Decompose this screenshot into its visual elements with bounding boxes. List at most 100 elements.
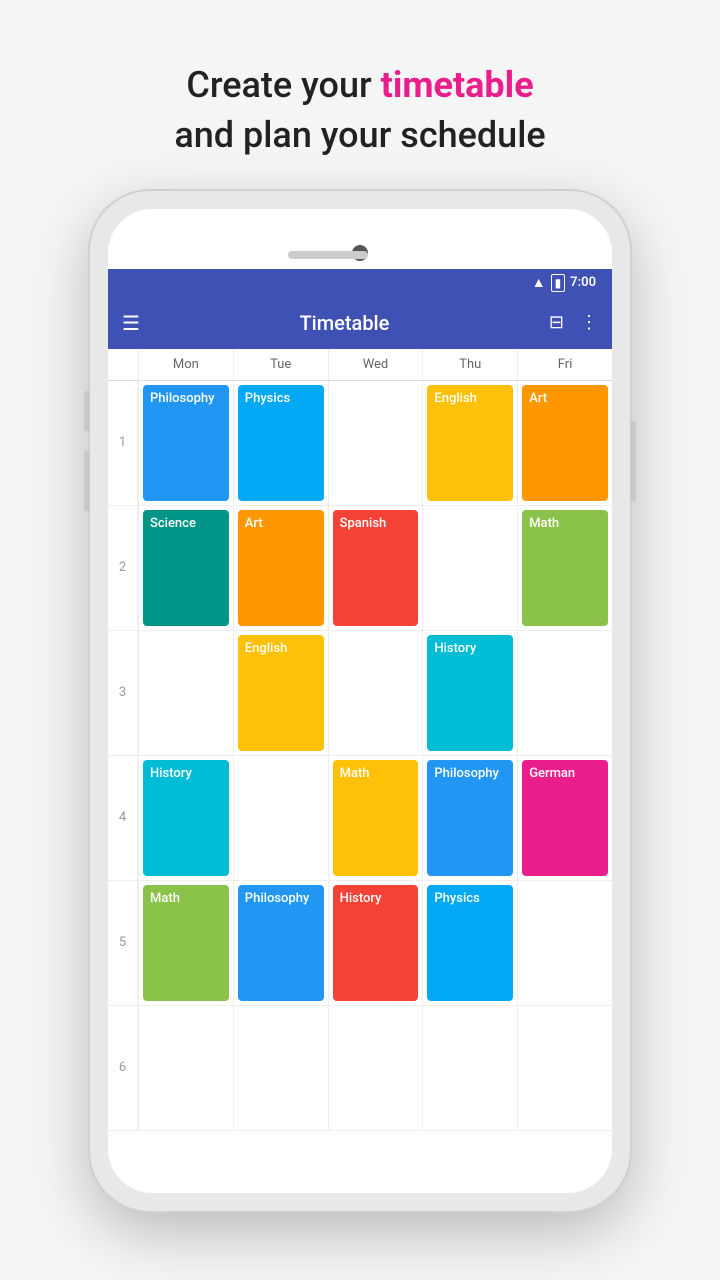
status-icons: ▲ ▮ 7:00: [532, 274, 596, 292]
period-row-2: 2ScienceArtSpanish Math: [108, 506, 612, 631]
day-thu: Thu: [422, 349, 517, 380]
subject-block[interactable]: Spanish: [333, 510, 419, 626]
subject-block[interactable]: Art: [238, 510, 324, 626]
status-time: 7:00: [570, 275, 596, 290]
side-button-right: [630, 421, 636, 501]
side-button-left2: [84, 451, 90, 511]
day-wed: Wed: [328, 349, 423, 380]
subject-block[interactable]: Philosophy: [427, 760, 513, 876]
wifi-icon: ▲: [532, 274, 546, 291]
day-mon: Mon: [138, 349, 233, 380]
row-num-spacer: [108, 349, 138, 380]
cell-p3-d2[interactable]: English: [233, 631, 328, 755]
day-fri: Fri: [517, 349, 612, 380]
headline-highlight: timetable: [381, 64, 534, 106]
subject-block[interactable]: Philosophy: [143, 385, 229, 501]
more-options-icon[interactable]: ⋮: [580, 312, 598, 333]
cell-p3-d4[interactable]: History: [422, 631, 517, 755]
cell-p2-d2[interactable]: Art: [233, 506, 328, 630]
cell-p4-d2: [233, 756, 328, 880]
empty-cell: [427, 1010, 513, 1126]
menu-icon[interactable]: ☰: [122, 311, 140, 335]
empty-cell: [522, 635, 608, 751]
phone-screen: ▲ ▮ 7:00 ☰ Timetable ⊟ ⋮ Mon Tue Wed Thu: [108, 209, 612, 1193]
subject-block[interactable]: Math: [143, 885, 229, 1001]
app-bar: ☰ Timetable ⊟ ⋮: [108, 297, 612, 349]
subject-block[interactable]: English: [238, 635, 324, 751]
empty-cell: [333, 385, 419, 501]
cell-p5-d3[interactable]: History: [328, 881, 423, 1005]
speaker: [288, 251, 368, 259]
cell-p6-d5: [517, 1006, 612, 1130]
cell-p5-d4[interactable]: Physics: [422, 881, 517, 1005]
cell-p2-d3[interactable]: Spanish: [328, 506, 423, 630]
cell-p1-d4[interactable]: English: [422, 381, 517, 505]
empty-cell: [143, 1010, 229, 1126]
grid-view-icon[interactable]: ⊟: [549, 312, 564, 333]
cell-p6-d2: [233, 1006, 328, 1130]
empty-cell: [238, 1010, 324, 1126]
cell-p3-d3: [328, 631, 423, 755]
period-num-5: 5: [108, 881, 138, 1005]
period-num-6: 6: [108, 1006, 138, 1130]
cell-p4-d3[interactable]: Math: [328, 756, 423, 880]
subject-block[interactable]: Philosophy: [238, 885, 324, 1001]
cell-p2-d5[interactable]: Math: [517, 506, 612, 630]
period-num-4: 4: [108, 756, 138, 880]
cell-p6-d1: [138, 1006, 233, 1130]
timetable-area: Mon Tue Wed Thu Fri 1PhilosophyPhysicsEn…: [108, 349, 612, 1193]
cell-p5-d5: [517, 881, 612, 1005]
subject-block[interactable]: German: [522, 760, 608, 876]
cell-p3-d5: [517, 631, 612, 755]
empty-cell: [333, 635, 419, 751]
cell-p1-d3: [328, 381, 423, 505]
subject-block[interactable]: English: [427, 385, 513, 501]
empty-cell: [522, 885, 608, 1001]
cell-p2-d1[interactable]: Science: [138, 506, 233, 630]
empty-cell: [522, 1010, 608, 1126]
subject-block[interactable]: History: [143, 760, 229, 876]
battery-icon: ▮: [551, 274, 566, 292]
empty-cell: [143, 635, 229, 751]
period-num-3: 3: [108, 631, 138, 755]
cell-p6-d3: [328, 1006, 423, 1130]
subject-block[interactable]: Physics: [238, 385, 324, 501]
period-row-6: 6: [108, 1006, 612, 1131]
subject-block[interactable]: Math: [333, 760, 419, 876]
period-num-2: 2: [108, 506, 138, 630]
subject-block[interactable]: Math: [522, 510, 608, 626]
subject-block[interactable]: History: [333, 885, 419, 1001]
subject-block[interactable]: Art: [522, 385, 608, 501]
toolbar-icons: ⊟ ⋮: [549, 312, 598, 333]
headline-line2: and plan your schedule: [174, 110, 545, 160]
cell-p4-d4[interactable]: Philosophy: [422, 756, 517, 880]
timetable-grid: 1PhilosophyPhysicsEnglishArt2ScienceArtS…: [108, 381, 612, 1131]
cell-p6-d4: [422, 1006, 517, 1130]
cell-p4-d1[interactable]: History: [138, 756, 233, 880]
subject-block[interactable]: History: [427, 635, 513, 751]
cell-p2-d4: [422, 506, 517, 630]
day-header-row: Mon Tue Wed Thu Fri: [108, 349, 612, 381]
period-num-1: 1: [108, 381, 138, 505]
empty-cell: [238, 760, 324, 876]
day-tue: Tue: [233, 349, 328, 380]
side-button-left: [84, 391, 90, 431]
cell-p1-d5[interactable]: Art: [517, 381, 612, 505]
period-row-1: 1PhilosophyPhysics EnglishArt: [108, 381, 612, 506]
cell-p1-d2[interactable]: Physics: [233, 381, 328, 505]
cell-p5-d2[interactable]: Philosophy: [233, 881, 328, 1005]
empty-cell: [427, 510, 513, 626]
cell-p4-d5[interactable]: German: [517, 756, 612, 880]
cell-p1-d1[interactable]: Philosophy: [138, 381, 233, 505]
app-title: Timetable: [156, 311, 533, 335]
period-row-3: 3 English History: [108, 631, 612, 756]
headline: Create your timetable and plan your sche…: [174, 60, 545, 161]
period-row-4: 4History MathPhilosophyGerman: [108, 756, 612, 881]
cell-p5-d1[interactable]: Math: [138, 881, 233, 1005]
subject-block[interactable]: Physics: [427, 885, 513, 1001]
subject-block[interactable]: Science: [143, 510, 229, 626]
headline-pre: Create your: [186, 64, 380, 106]
period-row-5: 5MathPhilosophyHistoryPhysics: [108, 881, 612, 1006]
phone-mockup: ▲ ▮ 7:00 ☰ Timetable ⊟ ⋮ Mon Tue Wed Thu: [90, 191, 630, 1211]
empty-cell: [333, 1010, 419, 1126]
